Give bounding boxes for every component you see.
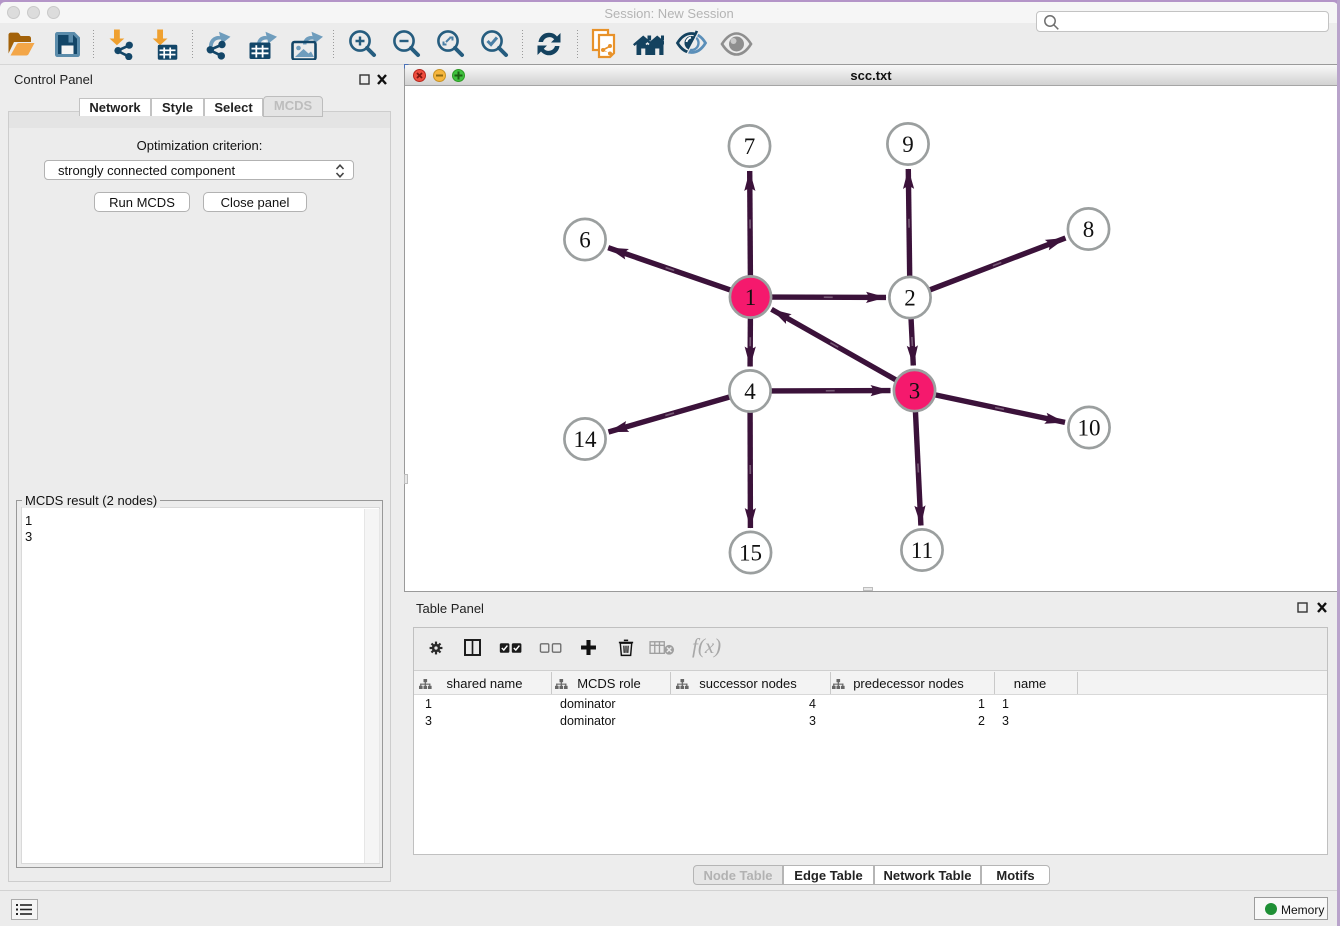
svg-text:15: 15 — [739, 541, 762, 566]
svg-text:2: 2 — [904, 286, 916, 311]
svg-text:14: 14 — [574, 427, 598, 452]
svg-text:4: 4 — [744, 379, 756, 404]
svg-text:10: 10 — [1078, 416, 1101, 441]
svg-text:9: 9 — [902, 132, 914, 157]
svg-text:8: 8 — [1083, 217, 1095, 242]
svg-text:11: 11 — [911, 538, 933, 563]
svg-text:3: 3 — [909, 379, 921, 404]
svg-text:7: 7 — [744, 134, 756, 159]
svg-text:6: 6 — [579, 228, 591, 253]
svg-text:1: 1 — [745, 285, 757, 310]
